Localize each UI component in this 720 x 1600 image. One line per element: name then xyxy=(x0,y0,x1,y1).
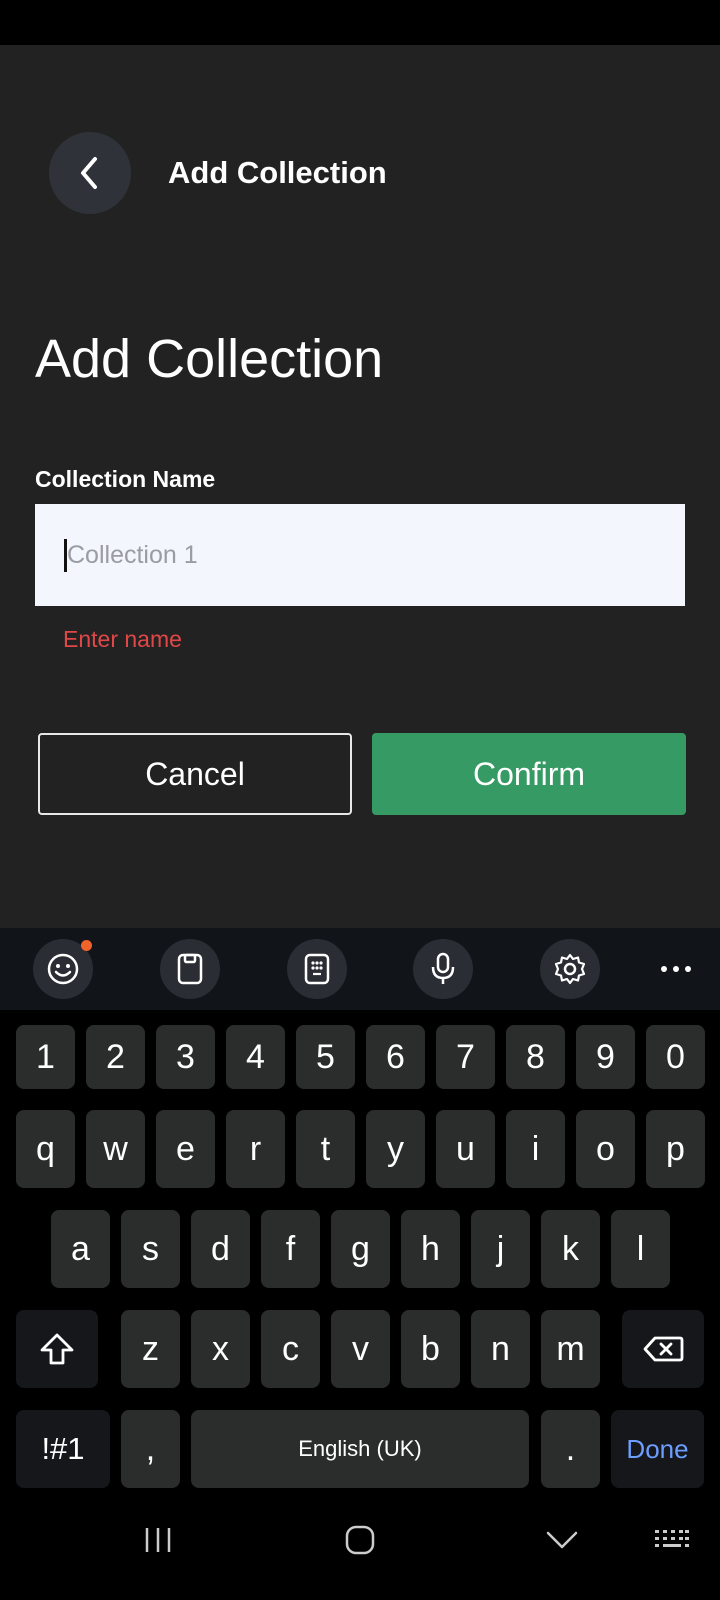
key-5[interactable]: 5 xyxy=(296,1025,355,1089)
comma-key[interactable]: , xyxy=(121,1410,180,1488)
emoji-icon xyxy=(47,953,79,985)
notification-dot xyxy=(81,940,92,951)
home-icon xyxy=(345,1525,375,1555)
key-g[interactable]: g xyxy=(331,1210,390,1288)
page-title: Add Collection xyxy=(35,329,384,389)
keypad-button[interactable] xyxy=(287,939,347,999)
key-l[interactable]: l xyxy=(611,1210,670,1288)
clipboard-icon xyxy=(177,953,203,985)
shift-key[interactable] xyxy=(16,1310,98,1388)
key-p[interactable]: p xyxy=(646,1110,705,1188)
key-8[interactable]: 8 xyxy=(506,1025,565,1089)
key-t[interactable]: t xyxy=(296,1110,355,1188)
keypad-icon xyxy=(304,953,330,985)
key-z[interactable]: z xyxy=(121,1310,180,1388)
recents-button[interactable] xyxy=(128,1512,188,1568)
keyboard-icon xyxy=(655,1530,689,1547)
chevron-left-icon xyxy=(81,157,97,189)
key-u[interactable]: u xyxy=(436,1110,495,1188)
key-j[interactable]: j xyxy=(471,1210,530,1288)
back-button[interactable] xyxy=(49,132,131,214)
key-e[interactable]: e xyxy=(156,1110,215,1188)
key-4[interactable]: 4 xyxy=(226,1025,285,1089)
key-c[interactable]: c xyxy=(261,1310,320,1388)
key-6[interactable]: 6 xyxy=(366,1025,425,1089)
key-7[interactable]: 7 xyxy=(436,1025,495,1089)
cancel-button[interactable]: Cancel xyxy=(38,733,352,815)
key-1[interactable]: 1 xyxy=(16,1025,75,1089)
key-d[interactable]: d xyxy=(191,1210,250,1288)
confirm-button[interactable]: Confirm xyxy=(372,733,686,815)
key-o[interactable]: o xyxy=(576,1110,635,1188)
key-x[interactable]: x xyxy=(191,1310,250,1388)
navigation-bar xyxy=(0,1490,720,1600)
backspace-key[interactable] xyxy=(622,1310,704,1388)
key-2[interactable]: 2 xyxy=(86,1025,145,1089)
keyboard-switch-button[interactable] xyxy=(642,1512,702,1568)
clipboard-button[interactable] xyxy=(160,939,220,999)
symbols-key[interactable]: !#1 xyxy=(16,1410,110,1488)
microphone-icon xyxy=(431,952,455,984)
shift-icon xyxy=(40,1333,74,1365)
home-button[interactable] xyxy=(330,1512,390,1568)
more-options-button[interactable] xyxy=(646,939,706,999)
key-y[interactable]: y xyxy=(366,1110,425,1188)
backspace-icon xyxy=(643,1336,684,1362)
key-n[interactable]: n xyxy=(471,1310,530,1388)
key-s[interactable]: s xyxy=(121,1210,180,1288)
input-placeholder: Collection 1 xyxy=(67,541,198,569)
key-3[interactable]: 3 xyxy=(156,1025,215,1089)
keyboard-settings-button[interactable] xyxy=(540,939,600,999)
key-k[interactable]: k xyxy=(541,1210,600,1288)
keyboard: 1 2 3 4 5 6 7 8 9 0 q w e r t y u i o p … xyxy=(0,1010,720,1490)
key-0[interactable]: 0 xyxy=(646,1025,705,1089)
key-f[interactable]: f xyxy=(261,1210,320,1288)
key-r[interactable]: r xyxy=(226,1110,285,1188)
back-down-button[interactable] xyxy=(532,1512,592,1568)
collection-name-input[interactable]: Collection 1 xyxy=(35,504,685,606)
key-m[interactable]: m xyxy=(541,1310,600,1388)
voice-input-button[interactable] xyxy=(413,939,473,999)
header-title: Add Collection xyxy=(168,155,387,190)
key-i[interactable]: i xyxy=(506,1110,565,1188)
key-b[interactable]: b xyxy=(401,1310,460,1388)
key-w[interactable]: w xyxy=(86,1110,145,1188)
done-key[interactable]: Done xyxy=(611,1410,704,1488)
period-key[interactable]: . xyxy=(541,1410,600,1488)
collection-name-label: Collection Name xyxy=(35,466,216,492)
back-down-icon xyxy=(546,1531,578,1549)
app-screen: Add Collection Add Collection Collection… xyxy=(0,45,720,928)
keyboard-toolbar xyxy=(0,928,720,1010)
space-key[interactable]: English (UK) xyxy=(191,1410,529,1488)
settings-icon xyxy=(554,953,586,985)
key-h[interactable]: h xyxy=(401,1210,460,1288)
key-a[interactable]: a xyxy=(51,1210,110,1288)
error-message: Enter name xyxy=(63,626,182,652)
key-9[interactable]: 9 xyxy=(576,1025,635,1089)
recents-icon xyxy=(145,1528,171,1552)
status-bar xyxy=(0,0,720,45)
key-v[interactable]: v xyxy=(331,1310,390,1388)
key-q[interactable]: q xyxy=(16,1110,75,1188)
more-icon xyxy=(661,966,691,972)
